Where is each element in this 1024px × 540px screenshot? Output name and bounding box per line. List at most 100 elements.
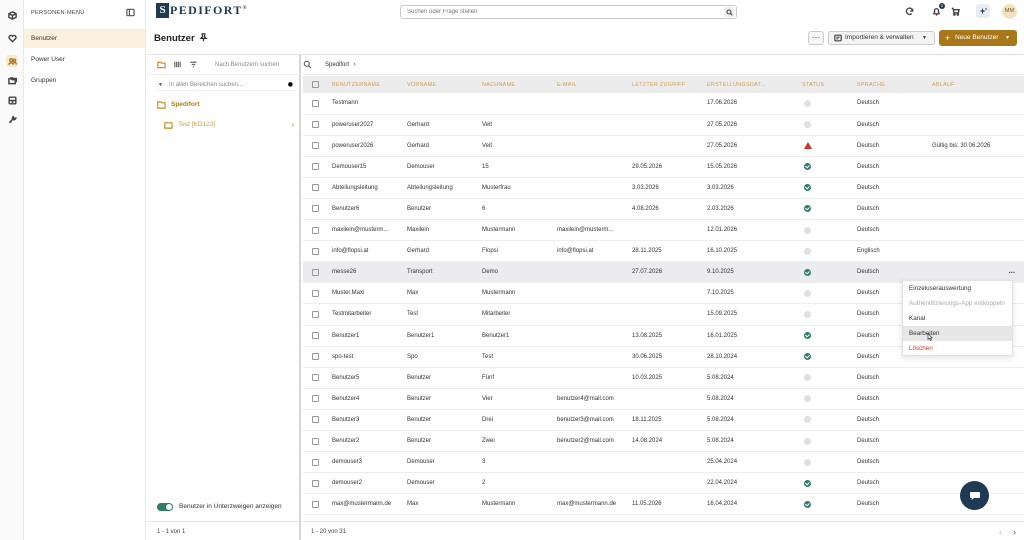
new-user-button[interactable]: + Neue Benutzer ▼ — [939, 30, 1017, 46]
row-checkbox[interactable] — [312, 226, 319, 234]
table-row[interactable]: maxilein@musterm... Maxilein Mustermann max… — [303, 219, 1024, 242]
row-checkbox[interactable] — [312, 247, 319, 255]
heart-icon[interactable] — [6, 32, 18, 44]
avatar[interactable]: MM — [1002, 4, 1017, 19]
caret-down-icon[interactable]: ▼ — [158, 79, 163, 91]
col-header[interactable]: BENUTZERNAME — [329, 76, 404, 93]
row-more-button[interactable]: ··· — [1009, 268, 1016, 277]
table-row[interactable]: demouser2 Demouser 2 22.04.2024 Deutsch — [303, 472, 1024, 495]
table-row[interactable]: poweruser2026 Gerhard Veit 27.05.2026 Deutsc… — [303, 135, 1024, 157]
row-checkbox[interactable] — [312, 99, 319, 107]
row-checkbox[interactable] — [312, 437, 319, 445]
cube-icon[interactable] — [6, 9, 18, 21]
ai-sparkle-icon[interactable] — [976, 4, 990, 18]
table-row[interactable]: poweruser2027 Gerhard Veit 27.05.2026 Deutsc… — [303, 114, 1024, 136]
created-cell: 5.08.2024 — [704, 409, 799, 432]
table-row[interactable]: demouser3 Demouser 3 25.04.2024 Deutsch — [303, 451, 1024, 474]
menu-item-bearbeiten[interactable]: Bearbeiten — [903, 326, 1012, 341]
row-checkbox[interactable] — [312, 500, 319, 508]
archive-icon[interactable] — [6, 94, 18, 106]
last-access-cell — [629, 93, 704, 115]
table-row[interactable]: max@mustermann.de Max Mustermann max@muster… — [303, 493, 1024, 516]
area-search-input[interactable]: ▼ In allen Bereichen suchen... — [157, 79, 297, 91]
table-row[interactable]: Benutzer2 Benutzer Zwei benutzer2@mail.com 1… — [303, 430, 1024, 453]
menu-item-gruppen[interactable]: Gruppen — [24, 71, 145, 90]
subbranch-toggle[interactable] — [157, 503, 173, 511]
last-access-cell: 10.03.2025 — [629, 367, 704, 389]
folder-view-icon[interactable] — [157, 60, 166, 69]
col-header[interactable]: ERSTELLUNGSDAT... — [704, 76, 799, 93]
pin-icon[interactable] — [199, 33, 209, 43]
row-checkbox[interactable] — [312, 374, 319, 382]
language-cell: Deutsch — [854, 177, 929, 199]
chevron-right-icon[interactable]: › — [1013, 522, 1016, 540]
row-checkbox[interactable] — [312, 332, 319, 340]
wrench-icon[interactable] — [6, 113, 18, 125]
chevron-left-icon[interactable]: ‹ — [999, 522, 1002, 540]
global-search-input[interactable] — [407, 6, 717, 18]
language-cell: Deutsch — [854, 367, 929, 389]
row-checkbox[interactable] — [312, 184, 319, 192]
user-search-input[interactable]: Nach Benutzern suchen — [215, 59, 299, 71]
col-header[interactable]: E-MAIL — [554, 76, 629, 93]
select-all-checkbox[interactable] — [312, 81, 319, 88]
breadcrumb-item[interactable]: Spedifort — [325, 62, 349, 68]
search-icon[interactable] — [724, 7, 734, 17]
table-row[interactable]: Abteilungsleitung Abteilungsleitung Muster… — [303, 177, 1024, 199]
tree-node-root[interactable]: Spedifort — [157, 99, 200, 111]
import-manage-button[interactable]: Importieren & verwalten ▼ — [828, 31, 935, 45]
filter-icon[interactable] — [189, 60, 198, 69]
col-header[interactable]: ABLAUF — [929, 76, 1024, 93]
search-icon[interactable] — [287, 81, 295, 94]
row-checkbox[interactable] — [312, 479, 319, 487]
row-checkbox[interactable] — [312, 121, 319, 129]
table-row[interactable]: Benutzer5 Benutzer Fünf 10.03.2025 5.08.2024… — [303, 367, 1024, 389]
menu-item-einzeluserauswertung[interactable]: Einzeluserauswertung — [903, 281, 1012, 296]
chat-bubble-icon[interactable] — [960, 481, 989, 510]
row-checkbox[interactable] — [312, 289, 319, 297]
global-search[interactable] — [400, 5, 737, 19]
columns-view-icon[interactable] — [173, 60, 182, 69]
row-select-cell — [303, 367, 329, 389]
menu-item-loeschen[interactable]: Löschen — [903, 341, 1012, 356]
bell-icon[interactable]: 0 — [931, 3, 945, 17]
row-checkbox[interactable] — [312, 416, 319, 424]
row-checkbox[interactable] — [312, 163, 319, 171]
row-checkbox[interactable] — [312, 142, 319, 150]
row-checkbox[interactable] — [312, 205, 319, 213]
table-row[interactable]: Testmann 17.06.2026 Deutsch — [303, 93, 1024, 115]
col-header[interactable]: SPRACHE — [854, 76, 929, 93]
table-row[interactable]: Benutzer4 Benutzer Vier benutzer4@mail.com 5… — [303, 388, 1024, 410]
users-icon[interactable] — [6, 55, 18, 67]
breadcrumb: Spedifort › — [303, 55, 1024, 75]
row-checkbox[interactable] — [312, 310, 319, 318]
row-select-cell — [303, 472, 329, 495]
expiry-cell — [929, 388, 1024, 410]
folders-icon[interactable] — [6, 74, 18, 86]
cart-icon[interactable] — [950, 6, 961, 17]
table-row[interactable]: Demouser15 Demouser 15 29.05.2026 15.05.2026… — [303, 156, 1024, 178]
expiry-cell — [929, 177, 1024, 199]
menu-item-benutzer[interactable]: Benutzer — [24, 29, 145, 48]
col-header[interactable]: STATUS — [799, 76, 854, 93]
table-row[interactable]: info@flopsi.at Gerhard Flopsi info@flopsi.a… — [303, 240, 1024, 263]
col-header[interactable]: VORNAME — [404, 76, 479, 93]
row-checkbox[interactable] — [312, 458, 319, 466]
created-cell: 9.10.2025 — [704, 261, 799, 284]
chevron-right-icon[interactable]: › — [291, 119, 294, 131]
tree-node-child[interactable]: Test [KD123] › — [164, 119, 294, 131]
firstname-cell: Demouser — [404, 451, 479, 474]
collapse-sidebar-icon[interactable] — [126, 8, 135, 17]
table-row[interactable]: Benutzer3 Benutzer Drei benutzer3@mail.com 1… — [303, 409, 1024, 432]
row-checkbox[interactable] — [312, 395, 319, 403]
col-header[interactable]: NACHNAME — [479, 76, 554, 93]
col-header[interactable]: LETZTER ZUGRIFF — [629, 76, 704, 93]
more-actions-button[interactable]: ··· — [808, 31, 824, 45]
spedifort-logo[interactable]: S PEDIFORT® — [156, 3, 248, 18]
row-checkbox[interactable] — [312, 353, 319, 361]
row-checkbox[interactable] — [312, 268, 319, 276]
menu-item-kanal[interactable]: Kanal — [903, 311, 1012, 326]
table-row[interactable]: Benutzer6 Benutzer 6 4.08.2026 2.03.2026 Deut… — [303, 198, 1024, 221]
refresh-icon[interactable] — [904, 6, 915, 17]
menu-item-power-user[interactable]: Power User — [24, 50, 145, 69]
